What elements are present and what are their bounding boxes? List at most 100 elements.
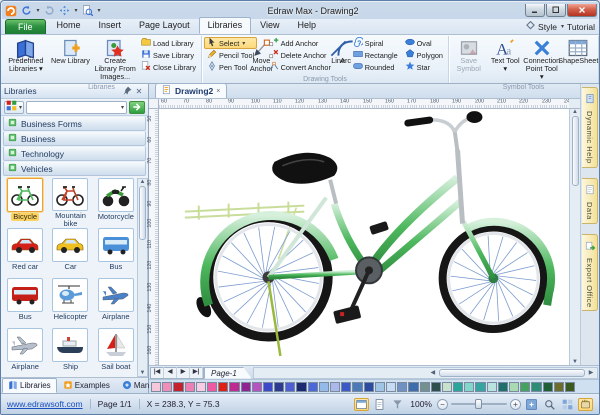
dock-tab-export-office[interactable]: Export Office [582, 234, 598, 312]
library-shape-bicycle[interactable]: Bicycle [4, 178, 46, 228]
tab-page-layout[interactable]: Page Layout [130, 17, 199, 34]
style-button[interactable]: Style [538, 22, 557, 32]
ship-thumbnail[interactable] [52, 328, 88, 362]
library-group-business-forms[interactable]: Business Forms [3, 116, 146, 131]
color-swatch[interactable] [218, 382, 228, 392]
scroll-right-icon[interactable]: ▶ [585, 369, 597, 376]
color-swatch[interactable] [285, 382, 295, 392]
minimize-button[interactable] [525, 4, 545, 17]
rectangle-button[interactable]: Rectangle [350, 49, 401, 61]
color-swatch[interactable] [464, 382, 474, 392]
library-search-combobox[interactable]: ▾ [26, 101, 127, 114]
color-swatch[interactable] [308, 382, 318, 392]
color-swatch[interactable] [151, 382, 161, 392]
library-group-vehicles[interactable]: Vehicles [3, 161, 146, 176]
color-swatch[interactable] [341, 382, 351, 392]
color-swatch[interactable] [543, 382, 553, 392]
color-swatch[interactable] [475, 382, 485, 392]
rounded-button[interactable]: Rounded [350, 61, 401, 73]
scroll-down-icon[interactable]: ▼ [140, 370, 146, 376]
library-shape-airplane[interactable]: Airplane [4, 328, 46, 377]
scroll-left-icon[interactable]: ◀ [427, 369, 439, 376]
color-swatch[interactable] [185, 382, 195, 392]
close-button[interactable] [567, 4, 597, 17]
color-swatch[interactable] [487, 382, 497, 392]
motorcycle-thumbnail[interactable] [98, 178, 134, 212]
page-tab[interactable]: Page-1 [204, 367, 252, 379]
bicycle-thumbnail[interactable] [52, 178, 88, 211]
bicycle-drawing[interactable] [159, 109, 569, 365]
color-swatch[interactable] [397, 382, 407, 392]
save-library-button[interactable]: Save Library [138, 49, 199, 61]
car-thumbnail[interactable] [52, 228, 88, 262]
color-swatch[interactable] [162, 382, 172, 392]
convert-anchor-button[interactable]: Convert Anchor [266, 61, 334, 73]
delete-anchor-button[interactable]: Delete Anchor [266, 49, 334, 61]
scroll-up-icon[interactable]: ▲ [572, 109, 578, 115]
airplane-thumbnail[interactable] [98, 278, 134, 312]
library-shape-car[interactable]: Car [49, 228, 91, 278]
library-filter-button[interactable]: ▾ [4, 101, 24, 114]
scrollbar-thumb[interactable] [572, 116, 579, 186]
dock-tab-dynamic-help[interactable]: Dynamic Help [582, 87, 598, 168]
color-swatch[interactable] [386, 382, 396, 392]
create-library-from-images--button[interactable]: Create Library From Images... [93, 37, 137, 83]
scroll-up-icon[interactable]: ▲ [140, 179, 146, 185]
spiral-button[interactable]: Spiral [350, 37, 401, 49]
airplane-thumbnail[interactable] [7, 328, 43, 362]
add-anchor-button[interactable]: Add Anchor [266, 37, 334, 49]
tab-help[interactable]: Help [288, 17, 325, 34]
select-button[interactable]: Select▾ [204, 37, 257, 49]
library-shape-bus[interactable]: Bus [95, 228, 137, 278]
color-swatch[interactable] [453, 382, 463, 392]
scrollbar-thumb[interactable] [439, 369, 585, 377]
move-tool-icon[interactable] [57, 4, 71, 17]
edraw-logo-icon[interactable] [4, 4, 18, 17]
color-swatch[interactable] [252, 382, 262, 392]
color-swatch[interactable] [375, 382, 385, 392]
maximize-button[interactable] [546, 4, 566, 17]
canvas-horizontal-scrollbar[interactable]: ◀ ▶ [253, 367, 598, 379]
drawing-canvas[interactable] [159, 109, 569, 365]
color-swatch[interactable] [274, 382, 284, 392]
shapesheet-button[interactable]: ShapeSheet [561, 37, 597, 83]
undo-icon[interactable] [19, 4, 33, 17]
text-tool-button[interactable]: AaText Tool ▾ [488, 37, 524, 83]
helicopter-thumbnail[interactable] [52, 278, 88, 312]
scrollbar-thumb[interactable] [139, 186, 146, 240]
color-swatch[interactable] [554, 382, 564, 392]
panel-tab-libraries[interactable]: Libraries [2, 378, 57, 393]
close-library-button[interactable]: Close Library [138, 61, 199, 73]
caret-down-icon[interactable]: ▾ [72, 7, 79, 14]
library-group-business[interactable]: Business [3, 131, 146, 146]
connection-point-tool-button[interactable]: Connection Point Tool ▾ [524, 37, 560, 83]
pan-mode-icon[interactable] [578, 398, 593, 411]
car-thumbnail[interactable] [7, 228, 43, 262]
move-anchor-button[interactable]: Move Anchor [258, 37, 264, 75]
load-library-button[interactable]: Load Library [138, 37, 199, 49]
color-swatch[interactable] [420, 382, 430, 392]
color-swatch[interactable] [520, 382, 530, 392]
library-shape-red-car[interactable]: Red car [4, 228, 46, 278]
color-swatch[interactable] [408, 382, 418, 392]
color-swatch[interactable] [364, 382, 374, 392]
tab-view[interactable]: View [251, 17, 288, 34]
color-swatch[interactable] [442, 382, 452, 392]
star-button[interactable]: Star [402, 61, 446, 73]
color-swatch[interactable] [229, 382, 239, 392]
canvas-vertical-scrollbar[interactable]: ▲ ▼ [569, 109, 580, 365]
color-swatch[interactable] [498, 382, 508, 392]
redo-icon[interactable] [42, 4, 56, 17]
color-swatch[interactable] [196, 382, 206, 392]
library-shape-mountain-bike[interactable]: Mountain bike [49, 178, 91, 228]
color-swatch[interactable] [565, 382, 575, 392]
bus-thumbnail[interactable] [7, 278, 43, 312]
library-shape-helicopter[interactable]: Helicopter [49, 278, 91, 328]
zoom-slider-thumb[interactable] [475, 399, 482, 409]
view-normal-icon[interactable] [354, 398, 369, 411]
color-swatch[interactable] [509, 382, 519, 392]
view-page-icon[interactable] [372, 398, 387, 411]
color-swatch[interactable] [263, 382, 273, 392]
library-shape-motorcycle[interactable]: Motorcycle [95, 178, 137, 228]
library-shape-bus[interactable]: Bus [4, 278, 46, 328]
